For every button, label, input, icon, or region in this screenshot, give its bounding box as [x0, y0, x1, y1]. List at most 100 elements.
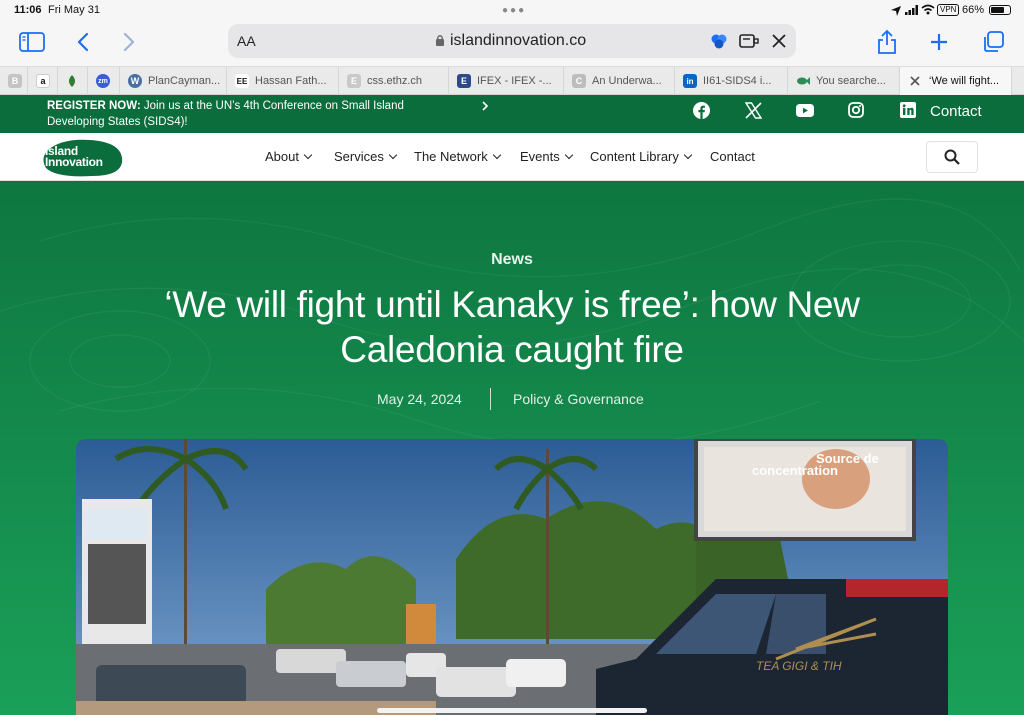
forward-icon[interactable]	[114, 28, 144, 56]
tab-favicon-wordpress: W	[128, 74, 142, 88]
tab-title: You searche...	[816, 75, 886, 87]
location-icon	[891, 6, 901, 16]
article-category[interactable]: News	[0, 251, 1024, 269]
top-contact-link[interactable]: Contact	[930, 103, 982, 120]
nav-label: The Network	[414, 149, 488, 164]
tab-10[interactable]: in II61-SIDS4 i...	[675, 67, 788, 95]
tab-favicon-b: B	[8, 74, 22, 88]
address-bar[interactable]: AA islandinnovation.co	[228, 24, 796, 58]
chevron-down-icon	[564, 150, 573, 160]
announcement-strong: REGISTER NOW:	[47, 100, 141, 112]
close-icon[interactable]	[772, 34, 786, 48]
battery-icon	[989, 5, 1011, 15]
back-icon[interactable]	[68, 28, 98, 56]
tab-2[interactable]: a	[28, 67, 58, 95]
tab-favicon-ifex: E	[457, 74, 471, 88]
tab-11[interactable]: You searche...	[788, 67, 900, 95]
tab-5[interactable]: W PlanCayman...	[120, 67, 227, 95]
announcement-line1: Join us at the UN’s 4th Conference on Sm…	[140, 100, 404, 112]
youtube-icon[interactable]	[796, 104, 814, 117]
status-bar: 11:06 Fri May 31 ●●● VPN 66%	[0, 0, 1024, 20]
sidebar-toggle-icon[interactable]	[17, 28, 47, 56]
instagram-icon[interactable]	[848, 102, 864, 118]
tab-title: II61-SIDS4 i...	[703, 75, 772, 87]
announcement-bar: REGISTER NOW: Join us at the UN’s 4th Co…	[0, 95, 1024, 133]
fish-icon	[797, 77, 810, 85]
announcement-line2: Developing States (SIDS4)!	[47, 116, 188, 128]
nav-label: About	[265, 149, 299, 164]
tab-favicon-linkedin: in	[683, 74, 697, 88]
site-search-button[interactable]	[926, 141, 978, 173]
logo-wordmark: Island Innovation	[45, 145, 103, 169]
article-hero: News ‘We will fight until Kanaky is free…	[0, 181, 1024, 715]
tab-title: IFEX - IFEX -...	[477, 75, 552, 87]
island-innovation-logo[interactable]: Island Innovation	[42, 136, 124, 178]
new-tab-icon[interactable]	[924, 28, 954, 56]
tab-title: Hassan Fath...	[255, 75, 327, 87]
tab-title: ‘We will fight...	[929, 75, 1000, 87]
tab-9[interactable]: C An Underwa...	[564, 67, 675, 95]
status-time: 11:06	[14, 4, 42, 16]
url-text[interactable]: islandinnovation.co	[450, 32, 586, 50]
vpn-badge: VPN	[937, 4, 960, 16]
nav-contact[interactable]: Contact	[710, 149, 755, 164]
article-title: ‘We will fight until Kanaky is free’: ho…	[164, 284, 860, 370]
nav-the-network[interactable]: The Network	[414, 149, 501, 164]
status-date: Fri May 31	[48, 4, 100, 16]
street-scene-illustration: Source de concentration TEA GIGI & TIH	[76, 439, 948, 715]
share-icon[interactable]	[872, 28, 902, 56]
tab-6[interactable]: EE Hassan Fath...	[227, 67, 339, 95]
wifi-icon	[921, 4, 935, 15]
nav-about[interactable]: About	[265, 149, 313, 164]
nav-label: Services	[334, 149, 384, 164]
search-icon	[944, 149, 960, 165]
tab-favicon-amazon: a	[36, 74, 50, 88]
announcement-text[interactable]: REGISTER NOW: Join us at the UN’s 4th Co…	[47, 98, 477, 130]
chevron-down-icon	[303, 150, 313, 160]
nav-content-library[interactable]: Content Library	[590, 149, 693, 164]
cellular-signal-icon	[905, 5, 918, 15]
nav-events[interactable]: Events	[520, 149, 573, 164]
meta-divider	[490, 388, 491, 410]
facebook-icon[interactable]	[693, 102, 710, 119]
web-page: REGISTER NOW: Join us at the UN’s 4th Co…	[0, 95, 1024, 715]
billboard-line2: concentration	[752, 463, 838, 478]
tab-1[interactable]: B	[0, 67, 28, 95]
chevron-down-icon	[388, 150, 398, 160]
text-size-button[interactable]: AA	[237, 33, 256, 49]
reader-extension-icon[interactable]	[738, 32, 760, 50]
nav-label: Events	[520, 149, 560, 164]
tab-title: An Underwa...	[592, 75, 662, 87]
lock-icon	[436, 35, 444, 46]
tab-4[interactable]: zm	[88, 67, 120, 95]
tab-favicon-zm: zm	[96, 74, 110, 88]
article-topic[interactable]: Policy & Governance	[513, 391, 644, 407]
tab-7[interactable]: Ecss.ethz.ch	[339, 67, 449, 95]
tab-8[interactable]: E IFEX - IFEX -...	[449, 67, 564, 95]
tab-title: css.ethz.ch	[367, 75, 423, 87]
tab-3[interactable]	[58, 67, 88, 95]
multitask-dots-icon[interactable]: ●●●	[502, 5, 526, 16]
privacy-report-icon[interactable]	[710, 32, 728, 50]
home-indicator	[377, 708, 647, 713]
tab-title: PlanCayman...	[148, 75, 221, 87]
announcement-arrow-icon[interactable]	[481, 101, 489, 111]
linkedin-icon[interactable]	[900, 102, 916, 118]
x-icon[interactable]	[745, 102, 762, 119]
tab-12-active[interactable]: ‘We will fight...	[900, 67, 1012, 95]
tab-favicon-e: E	[347, 74, 361, 88]
truck-text: TEA GIGI & TIH	[756, 659, 842, 673]
article-featured-image: Source de concentration TEA GIGI & TIH	[76, 439, 948, 715]
tab-strip: B a zm W PlanCayman... EE Hassan Fath... E…	[0, 66, 1024, 95]
nav-services[interactable]: Services	[334, 149, 398, 164]
nav-label: Contact	[710, 149, 755, 164]
tab-close-icon[interactable]	[910, 76, 920, 86]
chevron-down-icon	[492, 150, 501, 160]
leaf-icon	[69, 75, 75, 87]
battery-percent: 66%	[962, 4, 985, 16]
tab-overview-icon[interactable]	[978, 28, 1008, 56]
article-date: May 24, 2024	[377, 391, 462, 407]
logo-line2: Innovation	[45, 155, 103, 169]
browser-toolbar: AA islandinnovation.co	[0, 20, 1024, 64]
main-navigation: Island Innovation About Services The Net…	[0, 133, 1024, 181]
